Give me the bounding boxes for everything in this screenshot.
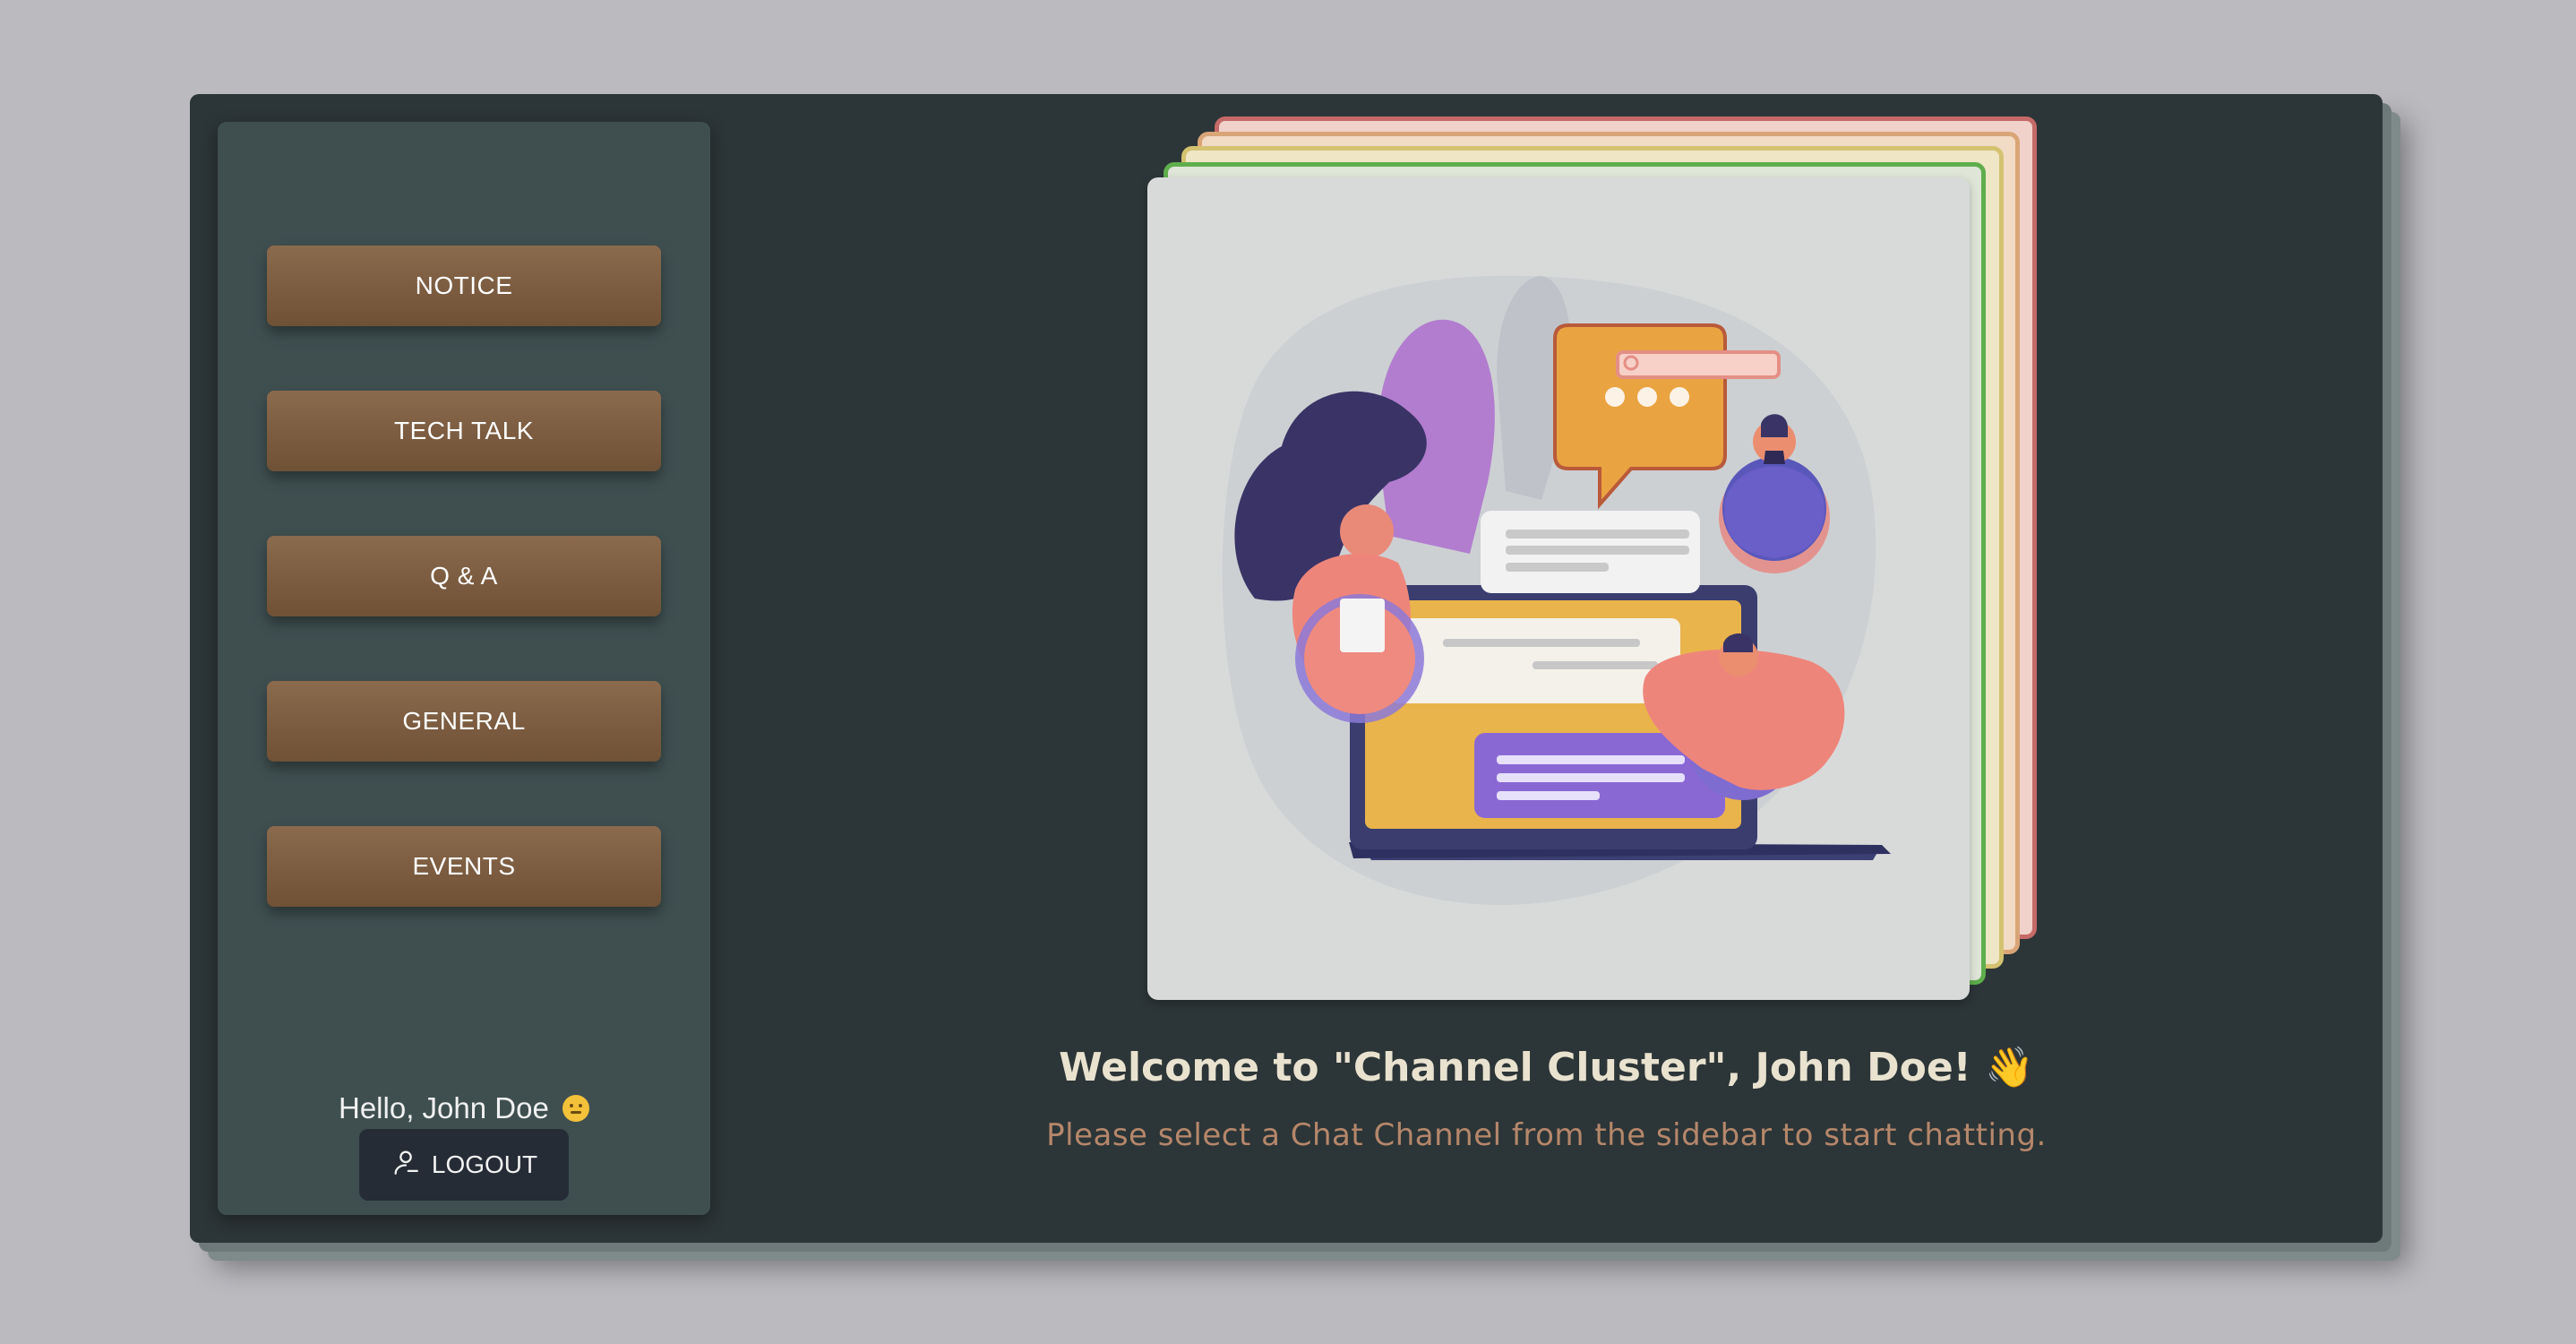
app-window: NOTICE TECH TALK Q & A GENERAL EVENTS He… [190,94,2383,1243]
logout-label: LOGOUT [431,1150,538,1178]
channel-button-q-and-a[interactable]: Q & A [267,536,661,616]
welcome-title: Welcome to "Channel Cluster", John Doe! … [1059,1045,2034,1090]
chat-illustration [1147,177,1970,1000]
channel-button-notice[interactable]: NOTICE [267,246,661,326]
logout-button[interactable]: LOGOUT [359,1129,569,1201]
channel-list: NOTICE TECH TALK Q & A GENERAL EVENTS [267,246,661,971]
sidebar: NOTICE TECH TALK Q & A GENERAL EVENTS He… [218,122,710,1215]
main-content: Welcome to "Channel Cluster", John Doe! … [710,94,2383,1243]
user-greeting: Hello, John Doe [218,1091,710,1125]
channel-button-events[interactable]: EVENTS [267,826,661,907]
illustration-card-stack [1147,116,2043,1012]
slightly-smiling-face-icon [562,1095,589,1122]
welcome-subtitle: Please select a Chat Channel from the si… [1046,1117,2047,1153]
user-icon [391,1147,421,1184]
channel-button-tech-talk[interactable]: TECH TALK [267,391,661,471]
channel-button-general[interactable]: GENERAL [267,681,661,762]
greeting-text: Hello, John Doe [339,1091,549,1124]
